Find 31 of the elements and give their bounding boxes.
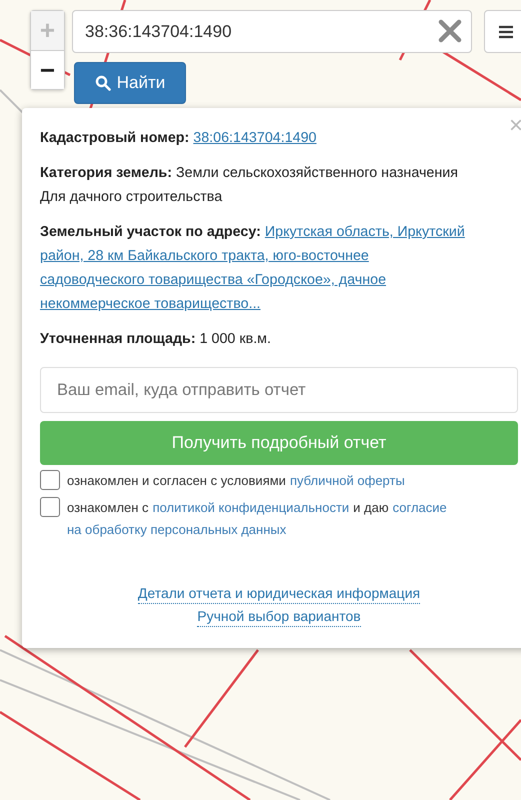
search-field[interactable]: 38:36:143704:1490 bbox=[72, 10, 472, 53]
report-button[interactable]: Получить подробный отчет bbox=[40, 421, 518, 465]
agreement-text: и даю bbox=[353, 499, 389, 517]
field-label: Земельный участок по адресу: bbox=[40, 223, 261, 242]
footer-link[interactable]: Ручной выбор вариантов bbox=[197, 606, 361, 627]
checkbox[interactable] bbox=[40, 497, 60, 517]
agreement-link[interactable]: публичной оферты bbox=[290, 470, 405, 492]
field-note: Для дачного строительства bbox=[40, 188, 224, 207]
clear-icon[interactable] bbox=[438, 19, 462, 43]
agreement-link[interactable]: политикой конфиденциальности bbox=[152, 497, 350, 519]
address-link[interactable]: Иркутская область, Иркутский bbox=[264, 220, 465, 244]
menu-icon bbox=[499, 24, 513, 38]
footer-link[interactable]: Детали отчета и юридическая информация bbox=[138, 583, 420, 604]
address-link[interactable]: 38:06:143704:1490 bbox=[193, 126, 316, 150]
field-label: Уточненная площадь: bbox=[40, 330, 196, 349]
agreement-link[interactable]: согласие bbox=[392, 497, 447, 519]
checkbox[interactable] bbox=[40, 470, 60, 490]
agreement-link[interactable]: на обработку персональных данных bbox=[67, 519, 286, 541]
field-value: Земли сельскохозяйственного назначения bbox=[176, 165, 458, 181]
address-link[interactable]: садоводческого товарищества «Городское», дачное bbox=[40, 268, 386, 292]
agreement-text: ознакомлен и согласен с условиями bbox=[67, 472, 286, 490]
address-link[interactable]: район, 28 км Байкальского тракта, юго-восточнее bbox=[40, 244, 369, 268]
agreement-text: ознакомлен с bbox=[67, 499, 149, 517]
field-label: Категория земель: bbox=[40, 164, 172, 183]
field-value: 1 000 кв.м. bbox=[200, 331, 271, 347]
find-button[interactable]: Найти bbox=[74, 62, 186, 104]
field-label: Кадастровый номер: bbox=[40, 129, 190, 148]
zoom-out-button[interactable]: − bbox=[31, 50, 64, 89]
search-icon bbox=[94, 75, 111, 91]
address-link[interactable]: некоммерческое товарищество... bbox=[40, 292, 261, 316]
email-field[interactable]: Ваш email, куда отправить отчет bbox=[40, 367, 518, 413]
